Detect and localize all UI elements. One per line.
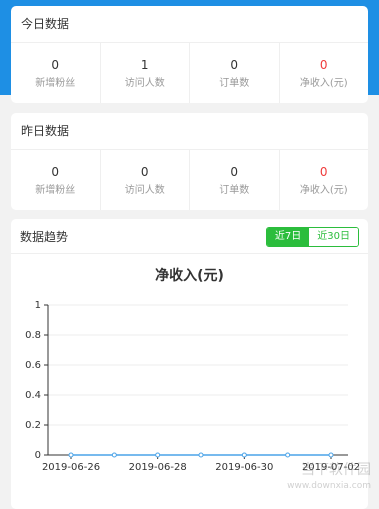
stat-label: 新增粉丝: [35, 77, 76, 89]
x-tick-label: 2019-06-28: [129, 462, 187, 473]
data-point: [68, 452, 74, 458]
today-data-title: 今日数据: [11, 6, 368, 43]
stat-value: 0: [319, 164, 328, 179]
today-data-card: 今日数据 0 新增粉丝 1 访问人数 0 订单数 0 净收入(元): [11, 6, 368, 103]
stat-net-income[interactable]: 0 净收入(元): [280, 43, 369, 103]
data-point: [111, 452, 117, 458]
y-tick-label: 0.4: [25, 390, 41, 401]
stat-value: 0: [51, 57, 60, 72]
watermark-text: 当下软件园: [301, 462, 371, 478]
stat-new-fans[interactable]: 0 新增粉丝: [11, 43, 101, 103]
yesterday-data-card: 昨日数据 0 新增粉丝 0 访问人数 0 订单数 0 净收入(元): [11, 113, 368, 210]
x-tick-label: 2019-06-26: [42, 462, 100, 473]
stat-label: 访问人数: [124, 77, 165, 89]
stat-value: 0: [230, 57, 239, 72]
watermark-url: www.downxia.com: [287, 481, 371, 491]
today-stats: 0 新增粉丝 1 访问人数 0 订单数 0 净收入(元): [11, 43, 368, 103]
stat-net-income[interactable]: 0 净收入(元): [280, 150, 369, 210]
y-tick-label: 1: [35, 300, 41, 311]
data-point: [328, 452, 334, 458]
data-point: [155, 452, 161, 458]
stat-label: 净收入(元): [299, 77, 348, 89]
yesterday-data-title: 昨日数据: [11, 113, 368, 150]
data-point: [198, 452, 204, 458]
stat-label: 访问人数: [124, 184, 165, 196]
stat-value: 1: [140, 57, 149, 72]
yesterday-stats: 0 新增粉丝 0 访问人数 0 订单数 0 净收入(元): [11, 150, 368, 210]
watermark: 当下软件园 www.downxia.com: [287, 462, 371, 494]
stat-value: 0: [230, 164, 239, 179]
stat-value: 0: [51, 164, 60, 179]
x-tick-label: 2019-06-30: [215, 462, 273, 473]
stat-label: 净收入(元): [299, 184, 348, 196]
stat-label: 订单数: [219, 77, 250, 89]
data-point: [285, 452, 291, 458]
y-tick-label: 0.8: [25, 330, 41, 341]
data-point: [241, 452, 247, 458]
stat-value: 0: [319, 57, 328, 72]
stat-label: 订单数: [219, 184, 250, 196]
stat-label: 新增粉丝: [35, 184, 76, 196]
stat-orders[interactable]: 0 订单数: [190, 150, 280, 210]
stat-visitors[interactable]: 1 访问人数: [101, 43, 190, 103]
y-tick-label: 0: [35, 450, 41, 461]
stat-new-fans[interactable]: 0 新增粉丝: [11, 150, 101, 210]
stat-orders[interactable]: 0 订单数: [190, 43, 280, 103]
y-tick-label: 0.6: [25, 360, 41, 371]
stat-visitors[interactable]: 0 访问人数: [101, 150, 190, 210]
stat-value: 0: [140, 164, 149, 179]
y-tick-label: 0.2: [25, 420, 41, 431]
